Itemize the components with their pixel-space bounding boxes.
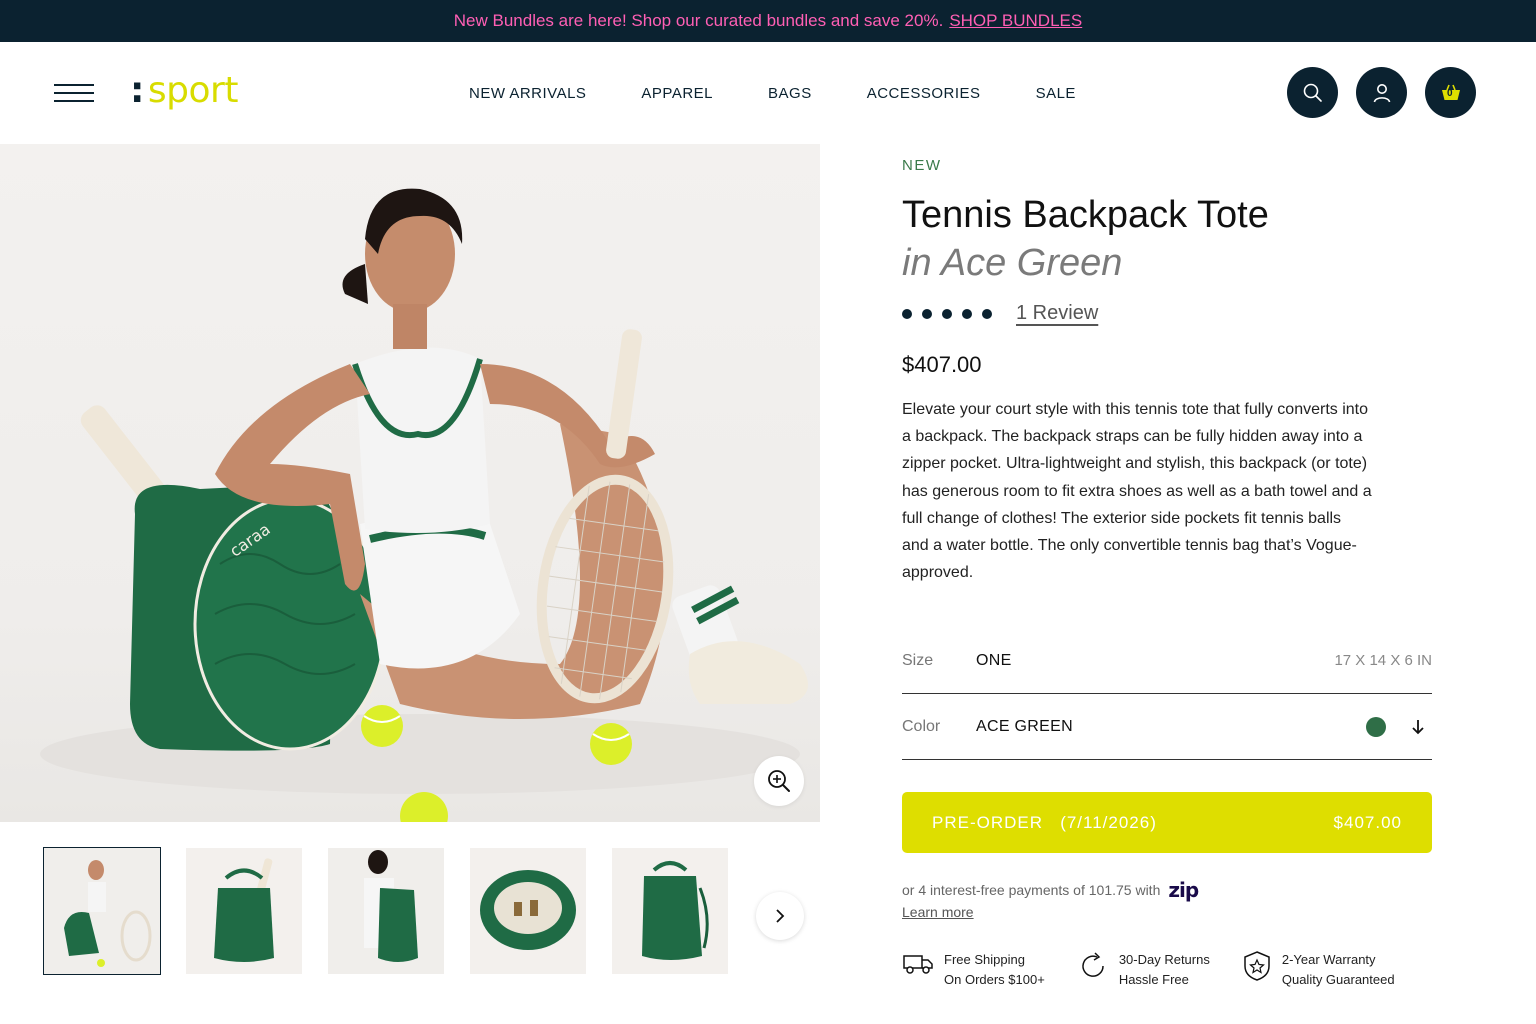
thumbnail-image <box>328 848 444 974</box>
main-nav: NEW ARRIVALS APPAREL BAGS ACCESSORIES SA… <box>469 85 1131 102</box>
thumbnail-image <box>612 848 728 974</box>
thumbnail-image <box>186 848 302 974</box>
product-photo: caraa <box>40 188 808 822</box>
perk-warranty-line1: 2-Year Warranty <box>1281 952 1376 967</box>
installments-line: or 4 interest-free payments of 101.75 wi… <box>902 878 1199 902</box>
nav-apparel[interactable]: APPAREL <box>641 85 713 102</box>
perk-shipping-line1: Free Shipping <box>944 952 1025 967</box>
new-badge: NEW <box>902 157 942 174</box>
search-icon <box>1303 83 1322 102</box>
rating-dot <box>942 308 952 319</box>
perk-returns: 30-Day Returns Hassle Free <box>1077 950 1210 990</box>
nav-accessories[interactable]: ACCESSORIES <box>867 85 981 102</box>
shop-bundles-link[interactable]: SHOP BUNDLES <box>949 11 1082 31</box>
arrow-down-icon[interactable] <box>1410 718 1426 736</box>
size-dimensions: 17 X 14 X 6 IN <box>1334 652 1432 669</box>
rating-dot <box>922 308 932 319</box>
size-label: Size <box>902 651 934 669</box>
nav-sale[interactable]: SALE <box>1036 85 1076 102</box>
perk-returns-line2: Hassle Free <box>1118 972 1189 987</box>
user-icon <box>1373 83 1390 102</box>
preorder-date: (7/11/2026) <box>1060 812 1157 832</box>
size-selector[interactable]: Size ONE 17 X 14 X 6 IN <box>902 628 1432 694</box>
nav-new-arrivals[interactable]: NEW ARRIVALS <box>469 85 586 102</box>
zip-logo: zip <box>1168 878 1199 902</box>
site-logo[interactable]: : sport <box>130 70 238 111</box>
preorder-price: $407.00 <box>1333 812 1402 832</box>
logo-text: sport <box>147 70 239 111</box>
color-swatch[interactable] <box>1366 716 1386 737</box>
account-button[interactable] <box>1356 67 1407 118</box>
site-header: : sport NEW ARRIVALS APPAREL BAGS ACCESSO… <box>0 42 1536 144</box>
product-description: Elevate your court style with this tenni… <box>902 401 1372 582</box>
search-button[interactable] <box>1287 67 1338 118</box>
zoom-in-icon <box>768 770 790 792</box>
perk-shipping: Free Shipping On Orders $100+ <box>902 950 1045 990</box>
product-title: Tennis Backpack Tote <box>902 194 1269 236</box>
reviews-link[interactable]: 1 Review <box>1016 302 1098 325</box>
perk-returns-line1: 30-Day Returns <box>1118 952 1210 967</box>
thumbnail-1[interactable] <box>43 847 161 975</box>
announcement-bar: New Bundles are here! Shop our curated b… <box>0 0 1536 42</box>
thumbnail-image <box>470 848 586 974</box>
thumbnail-2[interactable] <box>186 848 302 974</box>
thumbnail-next-button[interactable] <box>756 892 804 940</box>
nav-bags[interactable]: BAGS <box>768 85 812 102</box>
color-value: ACE GREEN <box>976 717 1073 735</box>
rating-dot <box>962 308 972 319</box>
preorder-button[interactable]: PRE-ORDER (7/11/2026) $407.00 <box>902 792 1432 853</box>
size-value: ONE <box>976 651 1012 669</box>
thumbnail-5[interactable] <box>612 848 728 974</box>
color-selector[interactable]: Color ACE GREEN <box>902 694 1432 760</box>
thumbnail-4[interactable] <box>470 848 586 974</box>
shield-star-icon <box>1244 951 1270 981</box>
rating-dot <box>902 308 912 319</box>
preorder-label: PRE-ORDER <box>932 812 1044 832</box>
product-color-subtitle: in Ace Green <box>902 242 1123 284</box>
color-label: Color <box>902 717 941 735</box>
perk-warranty-line2: Quality Guaranteed <box>1281 972 1395 987</box>
learn-more-link[interactable]: Learn more <box>902 904 974 920</box>
rating-dot <box>982 308 992 319</box>
zoom-button[interactable] <box>754 756 804 806</box>
menu-icon[interactable] <box>54 84 94 104</box>
announcement-text: New Bundles are here! Shop our curated b… <box>453 11 944 30</box>
perk-shipping-line2: On Orders $100+ <box>944 972 1045 987</box>
product-main-image[interactable]: caraa <box>0 144 820 822</box>
truck-icon <box>903 955 933 974</box>
rating: 1 Review <box>902 302 1098 325</box>
thumbnail-strip <box>43 847 728 975</box>
chevron-right-icon <box>776 909 785 923</box>
cart-count: 0 <box>1447 88 1453 99</box>
perk-warranty: 2-Year Warranty Quality Guaranteed <box>1242 950 1395 990</box>
thumbnail-3[interactable] <box>328 848 444 974</box>
installments-text: or 4 interest-free payments of 101.75 wi… <box>902 882 1161 898</box>
thumbnail-image <box>44 848 160 974</box>
product-price: $407.00 <box>902 352 982 377</box>
return-icon <box>1082 952 1104 977</box>
cart-button[interactable]: 0 <box>1425 67 1476 118</box>
preorder-label-group: PRE-ORDER (7/11/2026) <box>932 813 1157 833</box>
perks-list: Free Shipping On Orders $100+ 30-Day Ret… <box>902 950 1427 990</box>
